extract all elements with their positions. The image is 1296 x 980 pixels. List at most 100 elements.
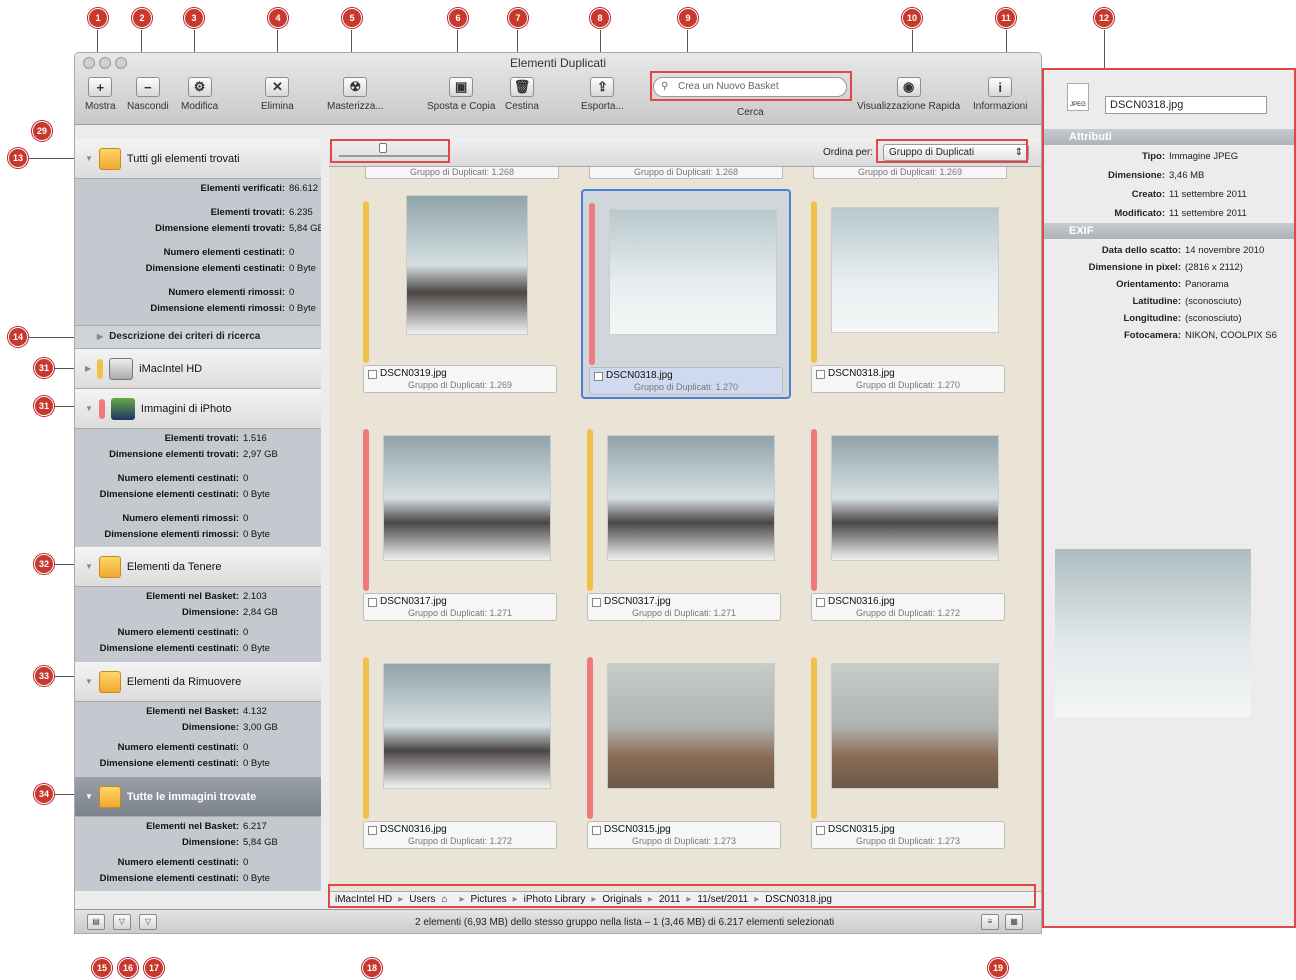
elimina-button[interactable]: ✕ Elimina bbox=[261, 77, 294, 112]
basket-remove-button[interactable]: ▽ bbox=[139, 914, 157, 930]
stat-value: 0 bbox=[289, 247, 295, 258]
export-icon: ⇪ bbox=[590, 77, 615, 97]
disclosure-triangle-icon[interactable]: ▼ bbox=[85, 677, 93, 686]
select-checkbox[interactable] bbox=[592, 598, 601, 607]
stat-label: Dimensione: bbox=[181, 837, 239, 848]
grid-item[interactable]: DSCN0317.jpg Gruppo di Duplicati: 1.271 bbox=[357, 417, 567, 627]
stat-label: Numero elementi rimossi: bbox=[168, 287, 285, 298]
list-view-button[interactable]: ≡ bbox=[981, 914, 999, 930]
stat-label: Dimensione elementi cestinati: bbox=[145, 263, 285, 274]
criteria-description[interactable]: ▶ Descrizione dei criteri di ricerca bbox=[75, 325, 321, 349]
stat-value: 6.217 bbox=[243, 821, 267, 832]
sidebar-item-remove[interactable]: ▼ Elementi da Rimuovere bbox=[75, 662, 321, 702]
cestina-button[interactable]: 🗑 Cestina bbox=[505, 77, 539, 112]
select-checkbox[interactable] bbox=[594, 372, 603, 381]
item-caption: DSCN0319.jpg Gruppo di Duplicati: 1.269 bbox=[363, 365, 557, 393]
item-caption: DSCN0316.jpg Gruppo di Duplicati: 1.272 bbox=[811, 593, 1005, 621]
remove-color-bar bbox=[98, 398, 105, 419]
basket-button[interactable]: ▽ bbox=[113, 914, 131, 930]
item-caption: DSCN0316.jpg Gruppo di Duplicati: 1.272 bbox=[363, 821, 557, 849]
callout-badge: 14 bbox=[8, 327, 28, 347]
sidebar-item-all-found[interactable]: ▼ Tutti gli elementi trovati bbox=[75, 139, 321, 179]
leader-line bbox=[54, 794, 74, 795]
grid-item[interactable]: DSCN0315.jpg Gruppo di Duplicati: 1.273 bbox=[581, 645, 791, 855]
select-checkbox[interactable] bbox=[368, 370, 377, 379]
filename-field[interactable]: DSCN0318.jpg bbox=[1105, 96, 1267, 114]
callout-badge: 16 bbox=[118, 958, 138, 978]
stat-row: Elementi nel Basket: 4.132 bbox=[75, 706, 321, 717]
status-text: 2 elementi (6,93 MB) dello stesso gruppo… bbox=[415, 917, 835, 928]
select-checkbox[interactable] bbox=[816, 370, 825, 379]
select-checkbox[interactable] bbox=[592, 826, 601, 835]
modifica-button[interactable]: ⚙ Modifica bbox=[181, 77, 218, 112]
sidebar-item-all-images[interactable]: ▼ Tutte le immagini trovate bbox=[75, 777, 321, 817]
quicklook-button[interactable]: ◉ Visualizzazione Rapida bbox=[857, 77, 960, 112]
stat-label: Dimensione elementi trovati: bbox=[155, 223, 285, 234]
attribute-value: Immagine JPEG bbox=[1169, 151, 1239, 162]
callout-badge: 19 bbox=[988, 958, 1008, 978]
select-checkbox[interactable] bbox=[816, 826, 825, 835]
nascondi-button[interactable]: − Nascondi bbox=[127, 77, 169, 112]
status-color-bar bbox=[363, 657, 369, 819]
disclosure-triangle-icon[interactable]: ▼ bbox=[85, 562, 93, 571]
main-window: Elementi Duplicati + Mostra − Nascondi ⚙ Mo… bbox=[74, 52, 1042, 934]
stat-value: 0 Byte bbox=[243, 758, 270, 769]
top-caption: Gruppo di Duplicati: 1.268 bbox=[589, 167, 783, 179]
grid-item[interactable]: DSCN0318.jpg Gruppo di Duplicati: 1.270 bbox=[581, 189, 791, 399]
status-color-bar bbox=[587, 429, 593, 591]
stat-label: Dimensione elementi rimossi: bbox=[104, 529, 239, 540]
grid-item[interactable]: DSCN0318.jpg Gruppo di Duplicati: 1.270 bbox=[805, 189, 1015, 399]
sidebar-item-keep[interactable]: ▼ Elementi da Tenere bbox=[75, 547, 321, 587]
minus-icon: − bbox=[135, 77, 160, 97]
select-checkbox[interactable] bbox=[368, 598, 377, 607]
grid-item[interactable]: DSCN0316.jpg Gruppo di Duplicati: 1.272 bbox=[805, 417, 1015, 627]
eye-icon: ◉ bbox=[896, 77, 921, 97]
exif-label: Longitudine: bbox=[1123, 313, 1181, 324]
attribute-label: Dimensione: bbox=[1107, 170, 1165, 181]
disclosure-triangle-icon[interactable]: ▼ bbox=[85, 404, 93, 413]
stat-row: Elementi trovati: 1.516 bbox=[75, 433, 321, 444]
stat-label: Elementi trovati: bbox=[164, 433, 239, 444]
exif-label: Orientamento: bbox=[1116, 279, 1181, 290]
exif-value: (2816 x 2112) bbox=[1185, 262, 1243, 273]
move-icon: ▣ bbox=[449, 77, 474, 97]
search-highlight bbox=[650, 71, 852, 101]
info-button[interactable]: i Informazioni bbox=[973, 77, 1027, 112]
file-name: DSCN0315.jpg bbox=[828, 824, 895, 835]
sort-label: Ordina per: bbox=[823, 147, 874, 158]
grid-item[interactable]: DSCN0317.jpg Gruppo di Duplicati: 1.271 bbox=[581, 417, 791, 627]
attributes-section-header[interactable]: Attributi bbox=[1043, 129, 1296, 145]
esporta-button[interactable]: ⇪ Esporta... bbox=[581, 77, 624, 112]
sposta-button[interactable]: ▣ Sposta e Copia bbox=[427, 77, 495, 112]
add-folder-button[interactable]: ▤ bbox=[87, 914, 105, 930]
info-panel: JPEG DSCN0318.jpg Attributi Tipo: Immagin… bbox=[1042, 68, 1296, 928]
callout-badge: 5 bbox=[342, 8, 362, 28]
grid-item[interactable]: DSCN0316.jpg Gruppo di Duplicati: 1.272 bbox=[357, 645, 567, 855]
masterizza-button[interactable]: ☢ Masterizza... bbox=[327, 77, 384, 112]
stat-row: Numero elementi cestinati: 0 bbox=[75, 247, 321, 258]
exif-section-header[interactable]: EXIF bbox=[1043, 223, 1296, 239]
disclosure-triangle-icon[interactable]: ▶ bbox=[85, 364, 91, 373]
select-checkbox[interactable] bbox=[368, 826, 377, 835]
sidebar-item-imacintel-hd[interactable]: ▶ iMacIntel HD bbox=[75, 349, 321, 389]
duplicate-group: Gruppo di Duplicati: 1.272 bbox=[407, 836, 513, 846]
select-checkbox[interactable] bbox=[816, 598, 825, 607]
leader-line bbox=[54, 368, 74, 369]
photo-thumbnail bbox=[831, 435, 999, 561]
stat-value: 3,00 GB bbox=[243, 722, 278, 733]
stat-value: 0 bbox=[289, 287, 295, 298]
attribute-row: Tipo: Immagine JPEG bbox=[1043, 151, 1296, 162]
grid-item[interactable]: DSCN0315.jpg Gruppo di Duplicati: 1.273 bbox=[805, 645, 1015, 855]
disclosure-triangle-icon[interactable]: ▼ bbox=[85, 154, 93, 163]
callout-badge: 8 bbox=[590, 8, 610, 28]
attribute-value: 11 settembre 2011 bbox=[1169, 208, 1247, 219]
grid-view-button[interactable]: ▦ bbox=[1005, 914, 1023, 930]
callout-badge: 17 bbox=[144, 958, 164, 978]
mostra-button[interactable]: + Mostra bbox=[85, 77, 116, 112]
sidebar-item-iphoto[interactable]: ▼ Immagini di iPhoto bbox=[75, 389, 321, 429]
stat-row: Dimensione: 3,00 GB bbox=[75, 722, 321, 733]
file-name: DSCN0317.jpg bbox=[604, 596, 671, 607]
disclosure-triangle-icon[interactable]: ▼ bbox=[85, 792, 93, 801]
stat-row: Numero elementi cestinati: 0 bbox=[75, 742, 321, 753]
grid-item[interactable]: DSCN0319.jpg Gruppo di Duplicati: 1.269 bbox=[357, 189, 567, 399]
